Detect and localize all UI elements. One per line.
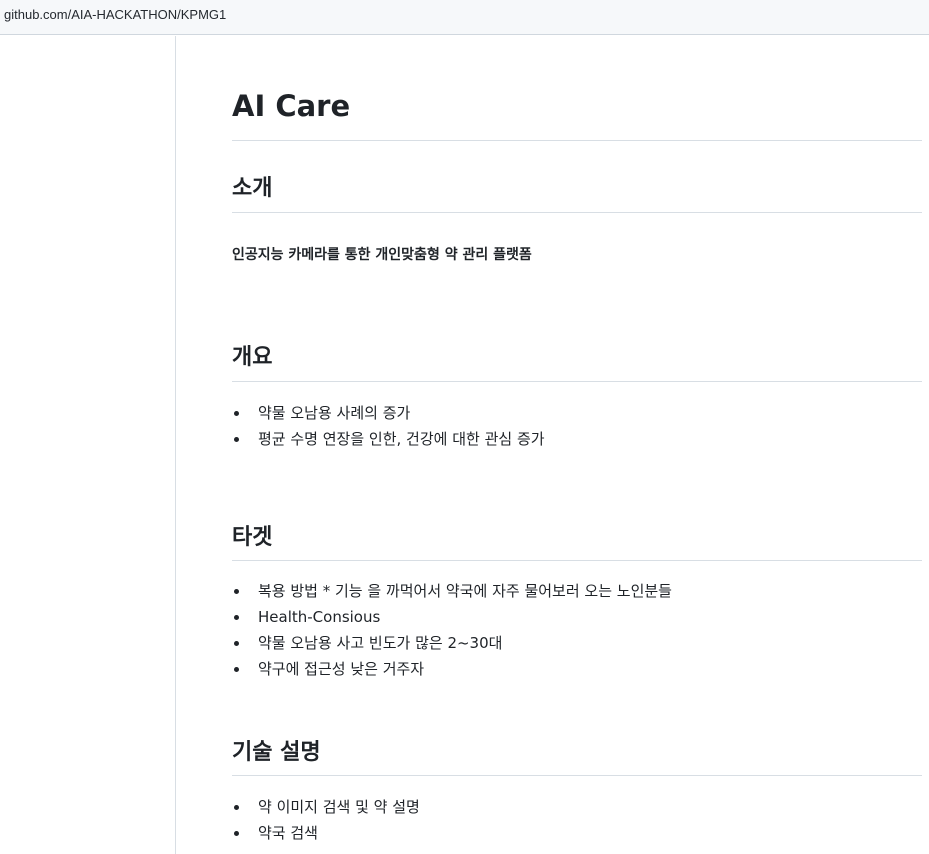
heading-tech: 기술 설명 — [232, 740, 321, 765]
heading-intro: 소개 — [232, 176, 273, 201]
bullet-icon — [234, 411, 239, 416]
tech-list: 약 이미지 검색 및 약 설명 약국 검색 — [232, 794, 420, 846]
list-item: Health-Consious — [232, 604, 672, 630]
list-item: 약 이미지 검색 및 약 설명 — [232, 794, 420, 820]
url-text[interactable]: github.com/AIA-HACKATHON/KPMG1 — [4, 7, 226, 22]
overview-list: 약물 오남용 사례의 증가 평균 수명 연장을 인한, 건강에 대한 관심 증가 — [232, 400, 545, 452]
bullet-icon — [234, 805, 239, 810]
list-item: 복용 방법 * 기능 을 까먹어서 약국에 자주 물어보러 오는 노인분들 — [232, 578, 672, 604]
list-item-text: Health-Consious — [258, 608, 381, 626]
list-item: 평균 수명 연장을 인한, 건강에 대한 관심 증가 — [232, 426, 545, 452]
page-title: AI Care — [232, 89, 351, 123]
list-item-text: 약물 오남용 사고 빈도가 많은 2~30대 — [258, 634, 503, 652]
tech-divider — [232, 775, 922, 776]
sidebar-divider — [175, 36, 176, 854]
target-divider — [232, 560, 922, 561]
list-item: 약물 오남용 사례의 증가 — [232, 400, 545, 426]
bullet-icon — [234, 589, 239, 594]
list-item: 약물 오남용 사고 빈도가 많은 2~30대 — [232, 630, 672, 656]
address-bar[interactable]: github.com/AIA-HACKATHON/KPMG1 — [0, 0, 929, 35]
heading-overview: 개요 — [232, 345, 273, 370]
heading-target: 타겟 — [232, 525, 273, 550]
list-item-text: 약국 검색 — [258, 824, 318, 842]
list-item-text: 약구에 접근성 낮은 거주자 — [258, 660, 425, 678]
list-item-text: 약 이미지 검색 및 약 설명 — [258, 798, 420, 816]
intro-divider — [232, 212, 922, 213]
overview-divider — [232, 381, 922, 382]
title-divider — [232, 140, 922, 141]
bullet-icon — [234, 667, 239, 672]
bullet-icon — [234, 641, 239, 646]
list-item-text: 약물 오남용 사례의 증가 — [258, 404, 411, 422]
list-item: 약국 검색 — [232, 820, 420, 846]
list-item-text: 평균 수명 연장을 인한, 건강에 대한 관심 증가 — [258, 430, 545, 448]
list-item: 약구에 접근성 낮은 거주자 — [232, 656, 672, 682]
bullet-icon — [234, 615, 239, 620]
list-item-text: 복용 방법 * 기능 을 까먹어서 약국에 자주 물어보러 오는 노인분들 — [258, 582, 672, 600]
target-list: 복용 방법 * 기능 을 까먹어서 약국에 자주 물어보러 오는 노인분들 He… — [232, 578, 672, 682]
bullet-icon — [234, 437, 239, 442]
intro-text: 인공지능 카메라를 통한 개인맞춤형 약 관리 플랫폼 — [232, 247, 532, 263]
bullet-icon — [234, 831, 239, 836]
